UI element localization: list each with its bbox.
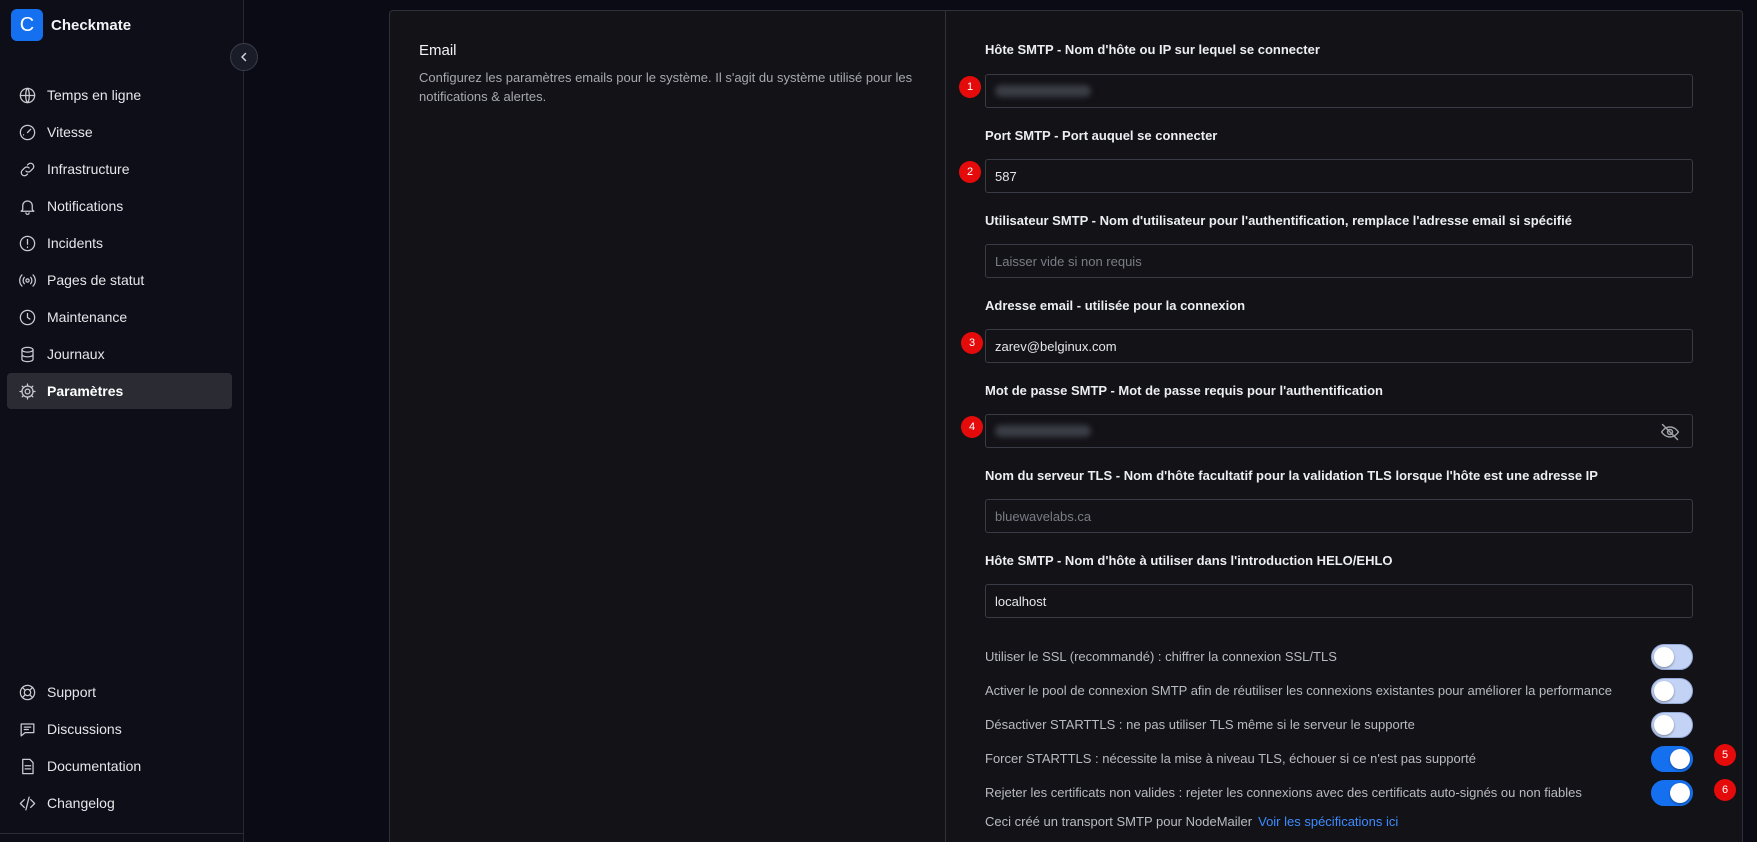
sidebar-item-logs[interactable]: Journaux bbox=[7, 336, 232, 372]
footer-note: Ceci créé un transport SMTP pour NodeMai… bbox=[985, 814, 1398, 829]
sidebar: C Checkmate Temps en ligne Vitesse Infra… bbox=[0, 0, 244, 842]
annotation-badge: 2 bbox=[959, 161, 981, 183]
sidebar-item-label: Incidents bbox=[47, 235, 104, 251]
brand-name: Checkmate bbox=[51, 16, 132, 34]
helo-host-label: Hôte SMTP - Nom d'hôte à utiliser dans l… bbox=[985, 553, 1393, 568]
annotation-badge: 6 bbox=[1714, 779, 1736, 801]
sidebar-item-infrastructure[interactable]: Infrastructure bbox=[7, 151, 232, 187]
toggle-row-pool: Activer le pool de connexion SMTP afin d… bbox=[985, 676, 1693, 704]
brand-logo: C bbox=[11, 9, 43, 41]
gear-icon bbox=[17, 381, 37, 401]
ssl-toggle[interactable] bbox=[1651, 644, 1693, 670]
section-title: Email bbox=[419, 42, 457, 59]
sidebar-item-label: Infrastructure bbox=[47, 161, 130, 177]
sidebar-item-notifications[interactable]: Notifications bbox=[7, 188, 232, 224]
sidebar-item-documentation[interactable]: Documentation bbox=[7, 748, 232, 784]
sidebar-bottom-nav: Support Discussions Documentation Change… bbox=[7, 674, 232, 822]
toggle-knob bbox=[1654, 715, 1674, 735]
toggle-knob bbox=[1670, 783, 1690, 803]
bell-icon bbox=[17, 196, 37, 216]
document-icon bbox=[17, 756, 37, 776]
annotation-badge: 1 bbox=[959, 76, 981, 98]
toggle-knob bbox=[1654, 681, 1674, 701]
sidebar-item-discussions[interactable]: Discussions bbox=[7, 711, 232, 747]
sidebar-item-status-pages[interactable]: Pages de statut bbox=[7, 262, 232, 298]
sidebar-item-label: Maintenance bbox=[47, 309, 128, 325]
toggle-row-ssl: Utiliser le SSL (recommandé) : chiffrer … bbox=[985, 642, 1693, 670]
smtp-port-label: Port SMTP - Port auquel se connecter bbox=[985, 128, 1218, 143]
annotation-badge: 4 bbox=[961, 416, 983, 438]
sidebar-item-label: Discussions bbox=[47, 721, 122, 737]
eye-off-icon[interactable] bbox=[1660, 422, 1680, 442]
speedometer-icon bbox=[17, 122, 37, 142]
toggle-label: Utiliser le SSL (recommandé) : chiffrer … bbox=[985, 648, 1337, 664]
smtp-user-input[interactable]: Laisser vide si non requis bbox=[985, 244, 1693, 278]
smtp-host-input[interactable] bbox=[985, 74, 1693, 108]
annotation-badge: 3 bbox=[961, 332, 983, 354]
password-label: Mot de passe SMTP - Mot de passe requis … bbox=[985, 383, 1383, 398]
sidebar-item-label: Temps en ligne bbox=[47, 87, 142, 103]
sidebar-item-support[interactable]: Support bbox=[7, 674, 232, 710]
alert-circle-icon bbox=[17, 233, 37, 253]
sidebar-collapse-button[interactable] bbox=[230, 43, 258, 71]
smtp-port-input[interactable]: 587 bbox=[985, 159, 1693, 193]
email-label: Adresse email - utilisée pour la connexi… bbox=[985, 298, 1246, 313]
sidebar-item-label: Paramètres bbox=[47, 383, 124, 399]
smtp-user-label: Utilisateur SMTP - Nom d'utilisateur pou… bbox=[985, 213, 1572, 228]
link-icon bbox=[17, 159, 37, 179]
specs-link[interactable]: Voir les spécifications ici bbox=[1258, 814, 1398, 829]
sidebar-item-incidents[interactable]: Incidents bbox=[7, 225, 232, 261]
brand[interactable]: C Checkmate bbox=[11, 9, 131, 41]
sidebar-item-label: Journaux bbox=[47, 346, 105, 362]
reject-certs-toggle[interactable] bbox=[1651, 780, 1693, 806]
sidebar-item-label: Pages de statut bbox=[47, 272, 145, 288]
sidebar-item-label: Vitesse bbox=[47, 124, 93, 140]
pool-toggle[interactable] bbox=[1651, 678, 1693, 704]
database-icon bbox=[17, 344, 37, 364]
globe-icon bbox=[17, 85, 37, 105]
footer-text: Ceci créé un transport SMTP pour NodeMai… bbox=[985, 814, 1253, 829]
broadcast-icon bbox=[17, 270, 37, 290]
toggle-row-disable-starttls: Désactiver STARTTLS : ne pas utiliser TL… bbox=[985, 710, 1693, 738]
sidebar-item-settings[interactable]: Paramètres bbox=[7, 373, 232, 409]
tls-server-label: Nom du serveur TLS - Nom d'hôte facultat… bbox=[985, 468, 1598, 483]
annotation-badge: 5 bbox=[1714, 744, 1736, 766]
toggle-label: Activer le pool de connexion SMTP afin d… bbox=[985, 682, 1612, 698]
sidebar-divider bbox=[0, 833, 244, 834]
email-input[interactable]: zarev@belginux.com bbox=[985, 329, 1693, 363]
lifebuoy-icon bbox=[17, 682, 37, 702]
toggle-label: Désactiver STARTTLS : ne pas utiliser TL… bbox=[985, 716, 1415, 732]
toggle-label: Rejeter les certificats non valides : re… bbox=[985, 784, 1582, 800]
toggle-row-force-starttls: Forcer STARTTLS : nécessite la mise à ni… bbox=[985, 744, 1693, 772]
smtp-host-label: Hôte SMTP - Nom d'hôte ou IP sur lequel … bbox=[985, 42, 1320, 57]
sidebar-nav: Temps en ligne Vitesse Infrastructure No… bbox=[7, 77, 232, 410]
toggle-knob bbox=[1670, 749, 1690, 769]
chat-icon bbox=[17, 719, 37, 739]
force-starttls-toggle[interactable] bbox=[1651, 746, 1693, 772]
clock-icon bbox=[17, 307, 37, 327]
sidebar-item-label: Documentation bbox=[47, 758, 142, 774]
blurred-value bbox=[995, 85, 1091, 97]
helo-host-input[interactable]: localhost bbox=[985, 584, 1693, 618]
code-icon bbox=[17, 793, 37, 813]
sidebar-item-label: Support bbox=[47, 684, 97, 700]
sidebar-item-speed[interactable]: Vitesse bbox=[7, 114, 232, 150]
section-description: Configurez les paramètres emails pour le… bbox=[419, 70, 913, 104]
sidebar-item-maintenance[interactable]: Maintenance bbox=[7, 299, 232, 335]
toggle-knob bbox=[1654, 647, 1674, 667]
tls-server-input[interactable]: bluewavelabs.ca bbox=[985, 499, 1693, 533]
sidebar-item-changelog[interactable]: Changelog bbox=[7, 785, 232, 821]
blurred-value bbox=[995, 425, 1091, 437]
sidebar-item-label: Notifications bbox=[47, 198, 124, 214]
disable-starttls-toggle[interactable] bbox=[1651, 712, 1693, 738]
toggle-row-reject-certs: Rejeter les certificats non valides : re… bbox=[985, 778, 1693, 806]
toggle-label: Forcer STARTTLS : nécessite la mise à ni… bbox=[985, 750, 1476, 766]
chevron-left-icon bbox=[238, 51, 250, 63]
sidebar-item-uptime[interactable]: Temps en ligne bbox=[7, 77, 232, 113]
sidebar-item-label: Changelog bbox=[47, 795, 115, 811]
email-settings-panel: Email Configurez les paramètres emails p… bbox=[389, 10, 1743, 842]
password-input[interactable] bbox=[985, 414, 1693, 448]
panel-divider bbox=[945, 11, 946, 842]
